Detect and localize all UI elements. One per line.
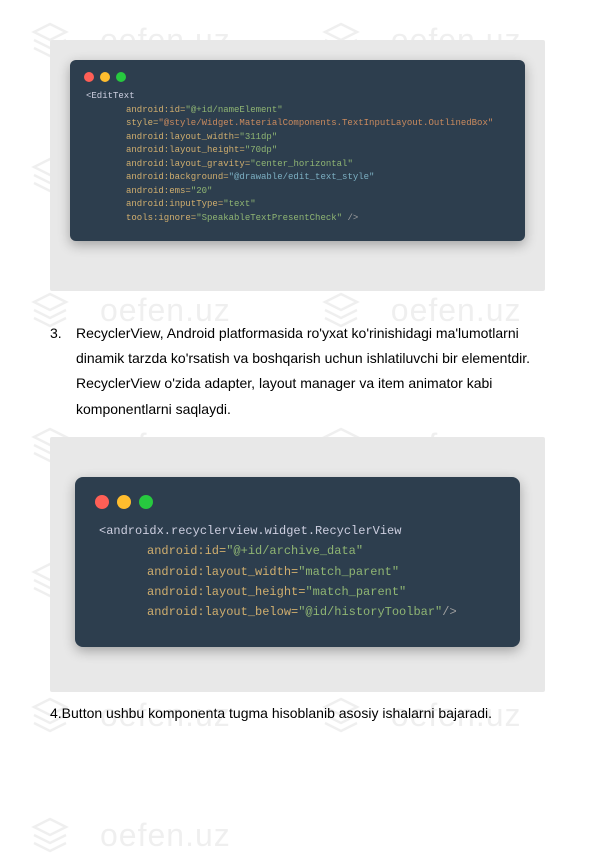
paragraph-line: RecyclerView o'zida adapter, layout mana… bbox=[76, 371, 530, 396]
paragraph-line: dinamik tarzda ko'rsatish va boshqarish … bbox=[76, 346, 530, 371]
paragraph-line: komponentlarni saqlaydi. bbox=[76, 397, 530, 422]
close-icon bbox=[95, 495, 109, 509]
traffic-lights bbox=[70, 60, 525, 90]
maximize-icon bbox=[116, 72, 126, 82]
code-line: android:layout_width="match_parent" bbox=[99, 562, 496, 582]
code-block-edittext: <EditText android:id="@+id/nameElement"s… bbox=[70, 60, 525, 241]
code-tag: <androidx.recyclerview.widget.RecyclerVi… bbox=[99, 524, 401, 538]
code-line: android:layout_width="311dp" bbox=[86, 131, 509, 145]
code-line: android:layout_gravity="center_horizonta… bbox=[86, 158, 509, 172]
code-line: android:id="@+id/nameElement" bbox=[86, 104, 509, 118]
code-line: android:layout_below="@id/historyToolbar… bbox=[99, 602, 496, 622]
code-content-2: <androidx.recyclerview.widget.RecyclerVi… bbox=[75, 521, 520, 647]
code-content-1: <EditText android:id="@+id/nameElement"s… bbox=[70, 90, 525, 241]
paragraph-recyclerview: 3. RecyclerView, Android platformasida r… bbox=[50, 321, 545, 422]
watermark-text: oefen.uz bbox=[100, 817, 231, 854]
paragraph-line: RecyclerView, Android platformasida ro'y… bbox=[76, 321, 530, 346]
traffic-lights bbox=[75, 477, 520, 521]
page-content: <EditText android:id="@+id/nameElement"s… bbox=[0, 0, 595, 764]
code-tag: <EditText bbox=[86, 91, 135, 101]
code-block-recyclerview: <androidx.recyclerview.widget.RecyclerVi… bbox=[75, 477, 520, 647]
code-line: android:background="@drawable/edit_text_… bbox=[86, 171, 509, 185]
code-line: style="@style/Widget.MaterialComponents.… bbox=[86, 117, 509, 131]
paragraph-button: 4.Button ushbu komponenta tugma hisoblan… bbox=[50, 702, 545, 724]
code-line: android:ems="20" bbox=[86, 185, 509, 199]
code-line: android:layout_height="match_parent" bbox=[99, 582, 496, 602]
stack-icon bbox=[30, 815, 70, 855]
list-number: 3. bbox=[50, 321, 68, 422]
code-line: android:inputType="text" bbox=[86, 198, 509, 212]
close-icon bbox=[84, 72, 94, 82]
code-container-2: <androidx.recyclerview.widget.RecyclerVi… bbox=[50, 437, 545, 692]
code-line: android:id="@+id/archive_data" bbox=[99, 541, 496, 561]
minimize-icon bbox=[100, 72, 110, 82]
code-container-1: <EditText android:id="@+id/nameElement"s… bbox=[50, 40, 545, 291]
maximize-icon bbox=[139, 495, 153, 509]
code-line: tools:ignore="SpeakableTextPresentCheck"… bbox=[86, 212, 509, 226]
code-line: android:layout_height="70dp" bbox=[86, 144, 509, 158]
minimize-icon bbox=[117, 495, 131, 509]
